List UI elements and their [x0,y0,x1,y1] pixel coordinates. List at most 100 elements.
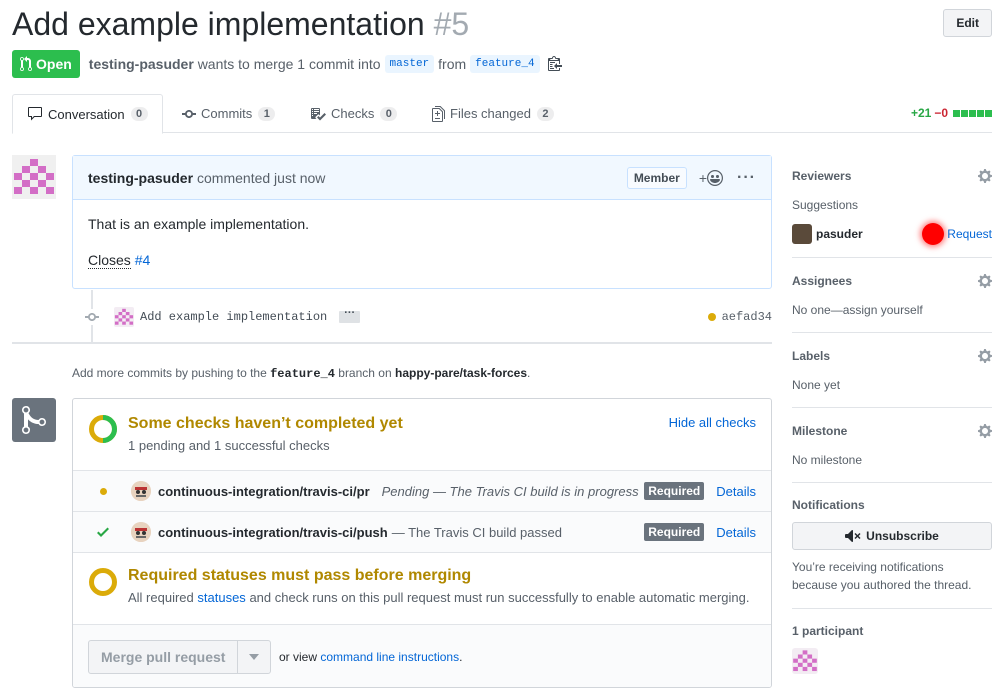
diffstat-additions: +21 [910,106,932,120]
check-description: Pending — The Travis CI build is in prog… [381,483,639,499]
diffstat-deletions: −0 [934,106,948,120]
commit-author-avatar[interactable] [114,307,134,327]
clipboard-icon[interactable] [547,55,562,74]
labels-header[interactable]: Labels [792,348,992,364]
gear-icon[interactable] [978,423,992,439]
checks-subtitle: 1 pending and 1 successful checks [128,438,330,453]
sidebar-assignees: Assignees No one—assign yourself [792,273,992,333]
statuses-link[interactable]: statuses [197,590,245,605]
merge-options-caret-icon[interactable] [238,641,270,673]
check-details-link[interactable]: Details [716,525,756,540]
gear-icon[interactable] [978,273,992,289]
labels-value: None yet [792,378,841,392]
sidebar-milestone: Milestone No milestone [792,423,992,483]
cursor-marker-icon [922,223,945,245]
pr-tabs: Conversation 0 Commits 1 Checks 0 Files … [12,94,992,134]
author-avatar[interactable] [12,155,56,199]
tab-checks[interactable]: Checks 0 [296,94,411,133]
comment-timestamp[interactable]: commented just now [197,170,325,186]
gear-icon[interactable] [978,168,992,184]
issue-link[interactable]: #4 [135,252,151,268]
pull-request-icon [20,56,32,72]
pr-number: #5 [433,6,470,42]
comment-header: testing-pasuder commented just now Membe… [73,156,771,200]
sidebar-labels: Labels None yet [792,348,992,408]
merge-pull-request-button[interactable]: Merge pull request [89,641,239,673]
edit-button[interactable]: Edit [943,9,992,37]
unsubscribe-button[interactable]: Unsubscribe [792,522,992,550]
check-row-pending: continuous-integration/travis-ci/pr Pend… [73,471,771,512]
tab-counter: 2 [536,106,554,121]
add-reaction-button[interactable]: + [698,169,724,186]
gear-icon[interactable] [978,348,992,364]
pending-ring-icon [89,568,117,596]
merge-status-box: Some checks haven’t completed yet 1 pend… [72,398,772,688]
required-badge: Required [644,482,705,500]
required-subtitle: All required statuses and check runs on … [128,590,749,605]
mute-icon [845,530,861,542]
reviewer-avatar[interactable] [792,224,812,244]
tab-counter: 1 [258,106,276,121]
state-badge: Open [12,50,80,78]
assignees-header[interactable]: Assignees [792,273,992,289]
merge-actions: Merge pull request or view command line … [73,625,771,687]
tab-label: Files changed [450,106,531,121]
tab-conversation[interactable]: Conversation 0 [12,94,163,134]
merge-alternative: or view command line instructions. [279,650,462,664]
required-sub-prefix: All required [128,590,194,605]
reviewer-name[interactable]: pasuder [816,227,863,241]
plus-icon: + [698,169,708,186]
check-icon [97,524,109,540]
commit-sha[interactable]: aefad34 [707,310,772,324]
participant-avatar[interactable] [792,648,818,674]
unsubscribe-label: Unsubscribe [866,529,939,543]
kebab-menu-icon[interactable]: ··· [737,169,756,187]
diffstat[interactable]: +21 −0 [911,106,992,120]
reviewers-header[interactable]: Reviewers [792,168,992,184]
tab-files-changed[interactable]: Files changed 2 [418,94,568,133]
required-statuses: Required statuses must pass before mergi… [73,553,771,625]
head-branch[interactable]: feature_4 [470,55,540,73]
command-line-instructions-link[interactable]: command line instructions [320,650,459,664]
milestone-header[interactable]: Milestone [792,423,992,439]
comment-author[interactable]: testing-pasuder [88,170,193,186]
tab-counter: 0 [130,107,148,121]
check-name: continuous-integration/travis-ci/pr [158,483,370,499]
notifications-reason: You’re receiving notifications because y… [792,560,972,592]
commit-icon [182,109,196,118]
notifications-title: Notifications [792,498,865,512]
checks-title: Some checks haven’t completed yet [128,415,403,432]
commit-message[interactable]: Add example implementation [140,310,327,324]
merge-button-group: Merge pull request [88,640,272,674]
travis-ci-avatar [131,481,151,501]
push-hint-branch: feature_4 [270,367,335,381]
comment-text: That is an example implementation. [88,216,309,232]
git-commit-icon [84,309,100,325]
check-details-link[interactable]: Details [716,484,756,499]
hide-checks-link[interactable]: Hide all checks [669,415,756,430]
author-link[interactable]: testing-pasuder [89,56,194,72]
file-diff-icon [432,105,445,122]
merge-alt-suffix: . [459,650,463,664]
request-review-link[interactable]: Request [947,227,992,241]
pending-status-icon [707,313,716,321]
tab-label: Checks [331,106,375,121]
assignees-value[interactable]: No one—assign yourself [792,303,992,317]
base-branch[interactable]: master [384,55,435,73]
tab-commits[interactable]: Commits 1 [168,94,289,133]
pr-meta: Open testing-pasuder wants to merge 1 co… [12,50,562,78]
git-merge-icon [12,398,56,442]
timeline-divider [12,342,772,344]
pr-title: Add example implementation #5 [12,4,992,44]
diffstat-block [953,109,960,117]
travis-ci-avatar [131,522,151,542]
check-description: — The Travis CI build passed [391,524,562,540]
push-hint-prefix: Add more commits by pushing to the [72,366,267,380]
participants-header: 1 participant [792,624,992,638]
push-hint: Add more commits by pushing to the featu… [72,366,530,381]
labels-title: Labels [792,349,831,363]
commit-expand-button[interactable]: ··· [339,308,361,323]
tab-label: Commits [201,106,253,121]
commit-item: Add example implementation ··· aefad34 [84,306,772,328]
reviewer-suggestions-label: Suggestions [792,198,859,212]
